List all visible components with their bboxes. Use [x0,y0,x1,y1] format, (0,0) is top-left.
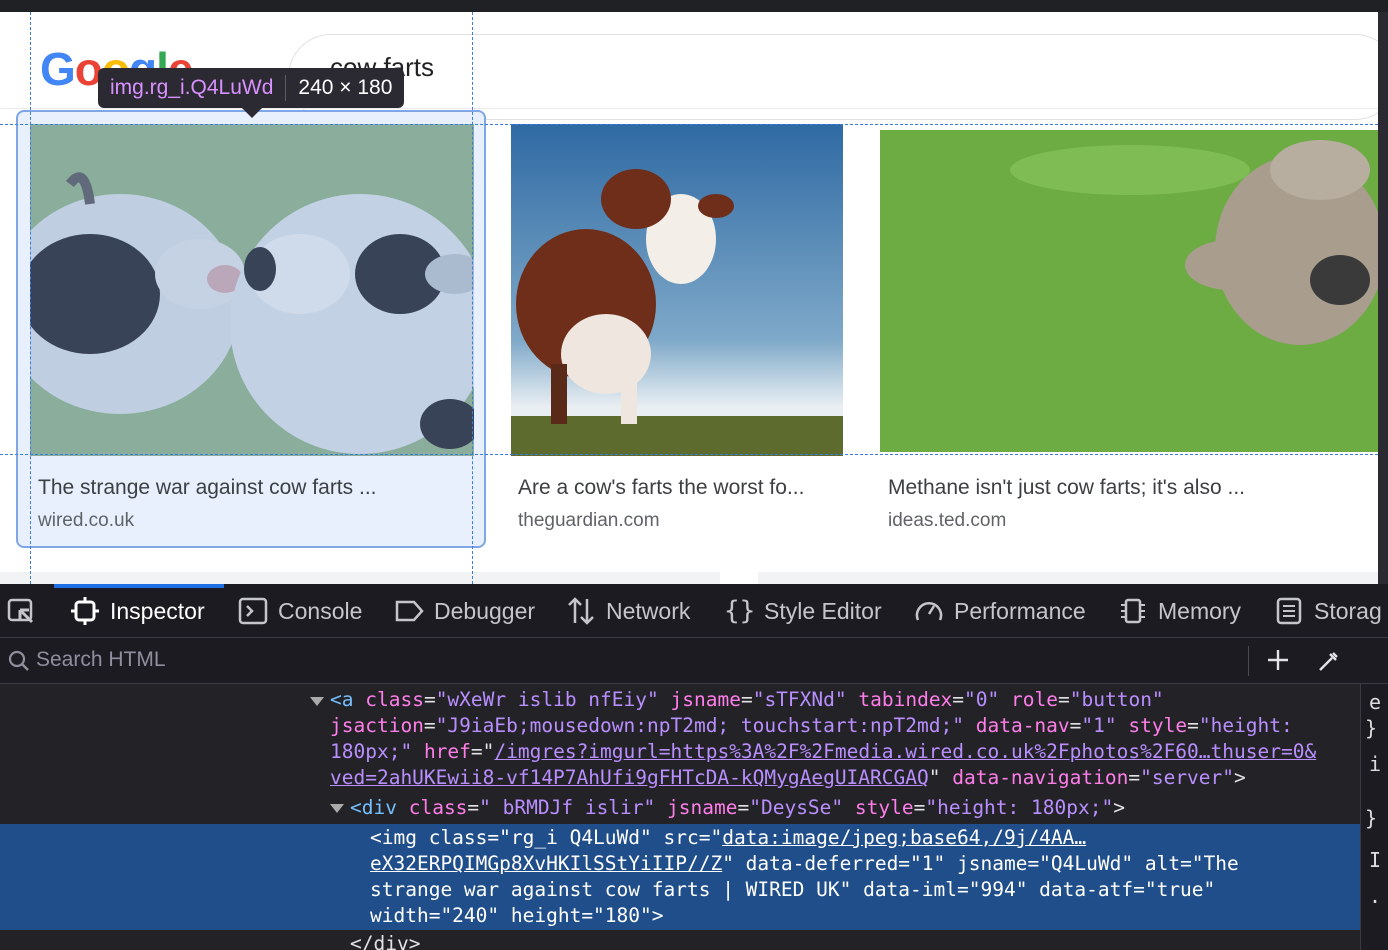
tab-label: Storag [1314,597,1382,624]
tab-label: Memory [1158,597,1242,624]
debugger-icon [395,600,424,622]
tab-inspector[interactable]: Inspector [70,584,205,638]
next-row-placeholder [0,572,720,584]
rules-sidebar-edge: e } i } I . [1360,684,1388,950]
inspector-guide-line [0,454,1378,455]
add-node-icon[interactable] [1266,648,1290,672]
search-icon [8,650,29,671]
sidebar-glyph: I [1369,848,1382,872]
inspector-tooltip: img.rg_i.Q4LuWd 240 × 180 [98,68,405,108]
inspector-guide-line [472,12,473,584]
browser-top-strip [0,0,1388,12]
markup-view: <a class="wXeWr islib nfEiy" jsname="sTF… [0,684,1360,950]
expand-twisty-icon[interactable] [330,804,344,813]
markup-line-a-open[interactable]: <a class="wXeWr islib nfEiy" jsname="sTF… [330,688,1164,711]
devtools-tabbar: Inspector Console Debugger Network {} St… [0,584,1388,638]
next-row-placeholder [758,572,1378,584]
toolbar-divider [1248,646,1249,676]
markup-line-div-open[interactable]: <div class=" bRMDJf islir" jsname="DeysS… [350,796,1125,819]
style-editor-icon: {} [724,596,756,626]
tab-label: Performance [954,597,1086,624]
tab-storage[interactable]: Storag [1274,584,1382,638]
markup-line-a-href[interactable]: 180px;" href="/imgres?imgurl=https%3A%2F… [330,740,1316,763]
result-image-1[interactable] [30,124,474,456]
expand-twisty-icon[interactable] [310,697,324,706]
inspector-guide-line [0,124,1378,125]
markup-line-a-ved[interactable]: ved=2ahUKEwii8-vf14P7AhUfi9gFHTcDA-kQMyg… [330,766,1246,789]
tab-label: Console [278,597,363,624]
search-html-input[interactable]: Search HTML [36,648,166,672]
result-domain-2: theguardian.com [518,510,660,531]
eyedropper-icon[interactable] [1316,648,1342,674]
markup-line-a-attrs[interactable]: jsaction="J9iaEb;mousedown:npT2md; touch… [330,714,1293,737]
network-icon [568,597,594,625]
search-html-bar: Search HTML [0,638,1388,684]
markup-line-img-2: eX32ERPQIMGp8XvHKIlSStYiIIP//Z" data-def… [370,852,1239,875]
tooltip-arrow [242,108,262,118]
result-caption-3[interactable]: Methane isn't just cow farts; it's also … [888,476,1245,500]
result-image-2[interactable] [511,124,843,456]
tab-label: Style Editor [764,597,882,624]
markup-line-img-3: strange war against cow farts | WIRED UK… [370,878,1216,901]
tab-network[interactable]: Network [566,584,690,638]
tab-label: Network [606,597,691,624]
tab-label: Debugger [434,597,536,624]
active-tab-indicator [54,584,224,588]
markup-line-img-4: width="240" height="180"> [370,904,664,927]
sidebar-glyph: i [1369,752,1382,776]
element-picker-button[interactable] [6,584,46,638]
selected-node-row[interactable]: <img class="rg_i Q4LuWd" src="data:image… [0,824,1360,930]
performance-icon [915,602,943,621]
tab-label: Inspector [110,597,205,624]
memory-icon [1121,598,1145,624]
markup-line-img-1: <img class="rg_i Q4LuWd" src="data:image… [370,826,1087,849]
inspector-icon [71,597,99,625]
tooltip-size: 240 × 180 [298,76,393,99]
header-divider [0,108,1378,109]
inspector-guide-line [30,12,31,584]
tab-console[interactable]: Console [238,584,362,638]
tab-performance[interactable]: Performance [914,584,1086,638]
result-domain-1: wired.co.uk [38,510,135,531]
element-picker-icon [7,598,34,624]
console-icon [238,597,268,625]
sidebar-glyph: } [1365,806,1378,830]
tab-memory[interactable]: Memory [1118,584,1241,638]
window-edge [1378,12,1388,584]
markup-line-div-close[interactable]: </div> [350,932,420,950]
tab-debugger[interactable]: Debugger [394,584,535,638]
tooltip-selector: img.rg_i.Q4LuWd [110,76,274,99]
sidebar-glyph: e [1369,690,1382,714]
storage-icon [1276,597,1302,625]
result-domain-3: ideas.ted.com [888,510,1007,531]
tab-style-editor[interactable]: {} Style Editor [724,584,882,638]
result-caption-1[interactable]: The strange war against cow farts ... [38,476,376,500]
result-caption-2[interactable]: Are a cow's farts the worst fo... [518,476,804,500]
result-image-3[interactable] [880,130,1378,452]
sidebar-glyph: . [1369,884,1382,908]
sidebar-glyph: } [1365,716,1378,740]
google-images-page: Google cow farts [0,12,1378,584]
